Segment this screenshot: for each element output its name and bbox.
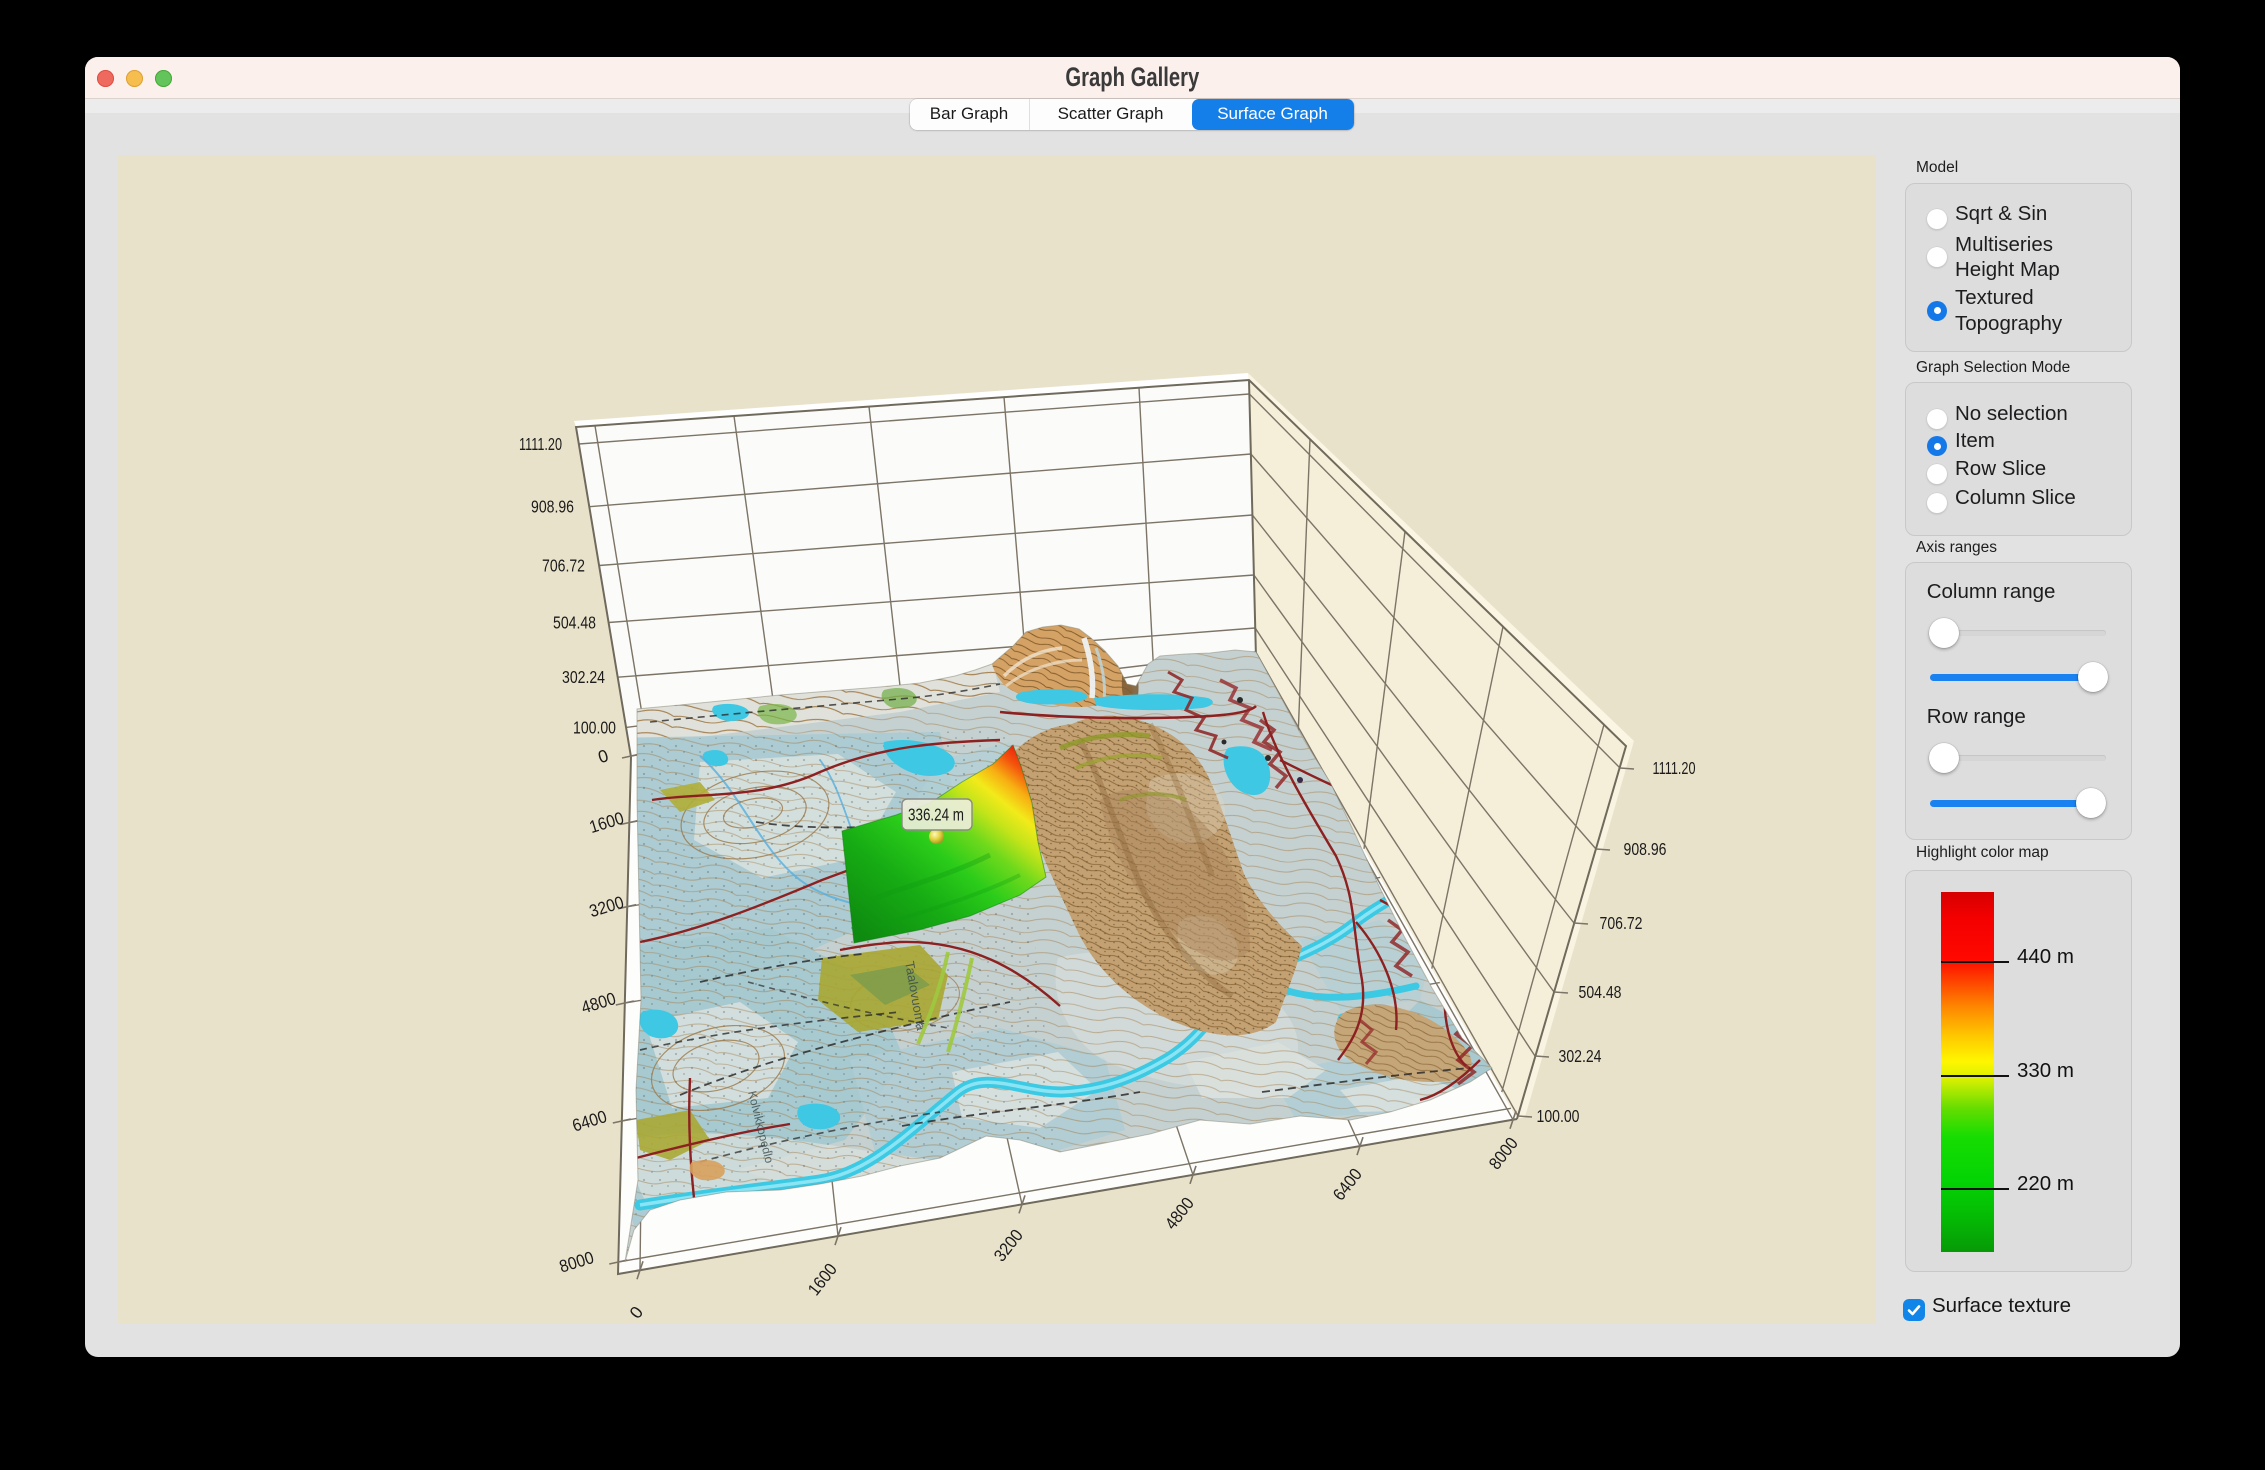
svg-text:8000: 8000 — [557, 1247, 597, 1276]
svg-text:706.72: 706.72 — [542, 556, 585, 576]
svg-text:504.48: 504.48 — [553, 613, 596, 633]
svg-text:302.24: 302.24 — [562, 667, 605, 687]
svg-text:3200: 3200 — [990, 1225, 1027, 1265]
svg-text:3200: 3200 — [587, 892, 627, 921]
svg-text:8000: 8000 — [1485, 1133, 1522, 1173]
svg-text:1111.20: 1111.20 — [1653, 758, 1696, 778]
svg-text:4800: 4800 — [1161, 1193, 1198, 1233]
svg-text:1600: 1600 — [804, 1259, 841, 1299]
svg-text:908.96: 908.96 — [1624, 839, 1667, 859]
svg-text:6400: 6400 — [1329, 1164, 1366, 1204]
svg-text:4800: 4800 — [579, 988, 619, 1017]
svg-text:1600: 1600 — [587, 808, 627, 837]
svg-text:302.24: 302.24 — [1559, 1046, 1602, 1066]
svg-text:1111.20: 1111.20 — [519, 434, 562, 454]
svg-text:0: 0 — [625, 1302, 647, 1322]
svg-text:504.48: 504.48 — [1579, 982, 1622, 1002]
svg-text:100.00: 100.00 — [573, 717, 616, 737]
svg-text:336.24 m: 336.24 m — [908, 805, 964, 825]
svg-text:0: 0 — [596, 745, 611, 767]
svg-text:706.72: 706.72 — [1600, 913, 1643, 933]
svg-text:6400: 6400 — [570, 1106, 610, 1135]
svg-text:908.96: 908.96 — [531, 497, 574, 517]
svg-text:100.00: 100.00 — [1537, 1106, 1580, 1126]
